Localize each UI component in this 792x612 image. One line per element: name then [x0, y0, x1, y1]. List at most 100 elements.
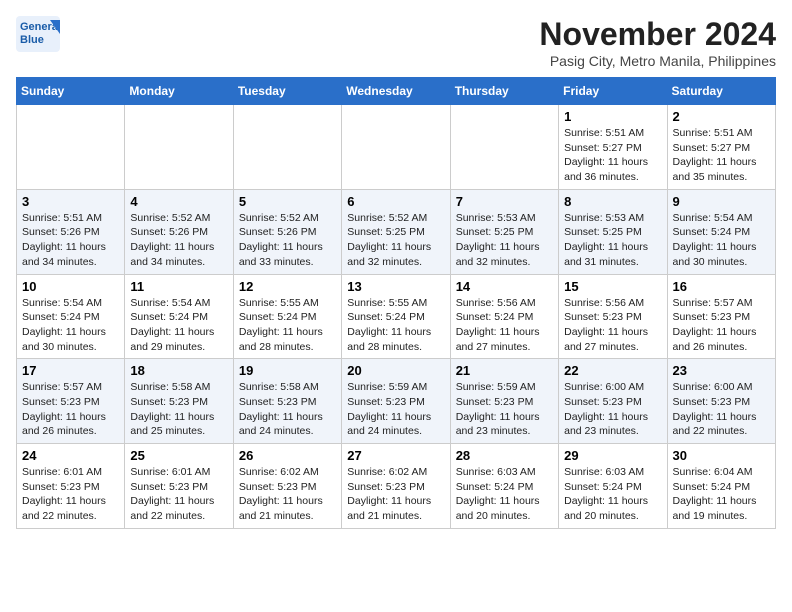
calendar-cell: [342, 105, 450, 190]
calendar-week-row: 3 Sunrise: 5:51 AM Sunset: 5:26 PM Daylig…: [17, 189, 776, 274]
day-number: 13: [347, 279, 444, 294]
weekday-header-thursday: Thursday: [450, 78, 558, 105]
logo: General Blue: [16, 16, 64, 52]
day-number: 14: [456, 279, 553, 294]
weekday-header-tuesday: Tuesday: [233, 78, 341, 105]
calendar-cell: 11 Sunrise: 5:54 AM Sunset: 5:24 PM Dayli…: [125, 274, 233, 359]
day-info: Sunrise: 6:00 AM Sunset: 5:23 PM Dayligh…: [673, 380, 770, 439]
day-number: 24: [22, 448, 119, 463]
calendar-cell: 6Sunrise: 5:52 AM Sunset: 5:25 PM Daylig…: [342, 189, 450, 274]
calendar-cell: 14 Sunrise: 5:56 AM Sunset: 5:24 PM Dayli…: [450, 274, 558, 359]
calendar-week-row: 1 Sunrise: 5:51 AM Sunset: 5:27 PM Daylig…: [17, 105, 776, 190]
calendar-cell: 30 Sunrise: 6:04 AM Sunset: 5:24 PM Dayli…: [667, 444, 775, 529]
calendar-cell: 25 Sunrise: 6:01 AM Sunset: 5:23 PM Dayli…: [125, 444, 233, 529]
weekday-header-sunday: Sunday: [17, 78, 125, 105]
day-number: 20: [347, 363, 444, 378]
calendar-cell: 16 Sunrise: 5:57 AM Sunset: 5:23 PM Dayli…: [667, 274, 775, 359]
month-title: November 2024: [539, 16, 776, 53]
calendar-cell: 28 Sunrise: 6:03 AM Sunset: 5:24 PM Dayli…: [450, 444, 558, 529]
weekday-header-saturday: Saturday: [667, 78, 775, 105]
weekday-header-wednesday: Wednesday: [342, 78, 450, 105]
day-info: Sunrise: 5:54 AM Sunset: 5:24 PM Dayligh…: [130, 296, 227, 355]
calendar-week-row: 24 Sunrise: 6:01 AM Sunset: 5:23 PM Dayli…: [17, 444, 776, 529]
day-info: Sunrise: 5:53 AM Sunset: 5:25 PM Dayligh…: [564, 211, 661, 270]
day-number: 2: [673, 109, 770, 124]
title-area: November 2024 Pasig City, Metro Manila, …: [539, 16, 776, 69]
calendar-cell: 22 Sunrise: 6:00 AM Sunset: 5:23 PM Dayli…: [559, 359, 667, 444]
day-number: 26: [239, 448, 336, 463]
day-info: Sunrise: 5:57 AM Sunset: 5:23 PM Dayligh…: [673, 296, 770, 355]
calendar-cell: 17 Sunrise: 5:57 AM Sunset: 5:23 PM Dayli…: [17, 359, 125, 444]
day-info: Sunrise: 5:52 AM Sunset: 5:26 PM Dayligh…: [130, 211, 227, 270]
calendar-cell: 19Sunrise: 5:58 AM Sunset: 5:23 PM Dayli…: [233, 359, 341, 444]
day-number: 11: [130, 279, 227, 294]
day-info: Sunrise: 6:03 AM Sunset: 5:24 PM Dayligh…: [456, 465, 553, 524]
svg-text:Blue: Blue: [20, 34, 44, 46]
day-number: 16: [673, 279, 770, 294]
day-number: 27: [347, 448, 444, 463]
calendar-cell: 2 Sunrise: 5:51 AM Sunset: 5:27 PM Daylig…: [667, 105, 775, 190]
day-number: 29: [564, 448, 661, 463]
day-info: Sunrise: 6:04 AM Sunset: 5:24 PM Dayligh…: [673, 465, 770, 524]
calendar-cell: 5Sunrise: 5:52 AM Sunset: 5:26 PM Daylig…: [233, 189, 341, 274]
day-info: Sunrise: 5:58 AM Sunset: 5:23 PM Dayligh…: [130, 380, 227, 439]
calendar-cell: 1 Sunrise: 5:51 AM Sunset: 5:27 PM Daylig…: [559, 105, 667, 190]
calendar-cell: 10 Sunrise: 5:54 AM Sunset: 5:24 PM Dayli…: [17, 274, 125, 359]
day-number: 17: [22, 363, 119, 378]
calendar-week-row: 17 Sunrise: 5:57 AM Sunset: 5:23 PM Dayli…: [17, 359, 776, 444]
calendar-cell: 26 Sunrise: 6:02 AM Sunset: 5:23 PM Dayli…: [233, 444, 341, 529]
day-info: Sunrise: 6:03 AM Sunset: 5:24 PM Dayligh…: [564, 465, 661, 524]
day-info: Sunrise: 5:54 AM Sunset: 5:24 PM Dayligh…: [22, 296, 119, 355]
page-header: General Blue November 2024 Pasig City, M…: [16, 16, 776, 69]
day-info: Sunrise: 5:51 AM Sunset: 5:26 PM Dayligh…: [22, 211, 119, 270]
day-number: 10: [22, 279, 119, 294]
day-number: 9: [673, 194, 770, 209]
day-number: 25: [130, 448, 227, 463]
day-info: Sunrise: 5:52 AM Sunset: 5:25 PM Dayligh…: [347, 211, 444, 270]
day-info: Sunrise: 5:56 AM Sunset: 5:24 PM Dayligh…: [456, 296, 553, 355]
day-number: 3: [22, 194, 119, 209]
day-number: 15: [564, 279, 661, 294]
calendar-table: SundayMondayTuesdayWednesdayThursdayFrid…: [16, 77, 776, 529]
calendar-cell: [450, 105, 558, 190]
day-info: Sunrise: 5:57 AM Sunset: 5:23 PM Dayligh…: [22, 380, 119, 439]
day-info: Sunrise: 6:01 AM Sunset: 5:23 PM Dayligh…: [22, 465, 119, 524]
day-number: 7: [456, 194, 553, 209]
day-number: 30: [673, 448, 770, 463]
day-info: Sunrise: 5:55 AM Sunset: 5:24 PM Dayligh…: [239, 296, 336, 355]
day-info: Sunrise: 5:53 AM Sunset: 5:25 PM Dayligh…: [456, 211, 553, 270]
calendar-cell: [233, 105, 341, 190]
day-number: 8: [564, 194, 661, 209]
calendar-cell: 18 Sunrise: 5:58 AM Sunset: 5:23 PM Dayli…: [125, 359, 233, 444]
calendar-cell: 12 Sunrise: 5:55 AM Sunset: 5:24 PM Dayli…: [233, 274, 341, 359]
location-title: Pasig City, Metro Manila, Philippines: [539, 53, 776, 69]
calendar-cell: 27Sunrise: 6:02 AM Sunset: 5:23 PM Dayli…: [342, 444, 450, 529]
calendar-cell: 13 Sunrise: 5:55 AM Sunset: 5:24 PM Dayli…: [342, 274, 450, 359]
day-number: 1: [564, 109, 661, 124]
calendar-cell: 29 Sunrise: 6:03 AM Sunset: 5:24 PM Dayli…: [559, 444, 667, 529]
day-number: 4: [130, 194, 227, 209]
day-info: Sunrise: 6:01 AM Sunset: 5:23 PM Dayligh…: [130, 465, 227, 524]
day-info: Sunrise: 5:56 AM Sunset: 5:23 PM Dayligh…: [564, 296, 661, 355]
day-info: Sunrise: 5:51 AM Sunset: 5:27 PM Dayligh…: [564, 126, 661, 185]
day-info: Sunrise: 6:00 AM Sunset: 5:23 PM Dayligh…: [564, 380, 661, 439]
calendar-cell: 24 Sunrise: 6:01 AM Sunset: 5:23 PM Dayli…: [17, 444, 125, 529]
calendar-cell: 23Sunrise: 6:00 AM Sunset: 5:23 PM Dayli…: [667, 359, 775, 444]
calendar-cell: 3 Sunrise: 5:51 AM Sunset: 5:26 PM Daylig…: [17, 189, 125, 274]
day-info: Sunrise: 5:59 AM Sunset: 5:23 PM Dayligh…: [456, 380, 553, 439]
day-info: Sunrise: 5:54 AM Sunset: 5:24 PM Dayligh…: [673, 211, 770, 270]
day-info: Sunrise: 5:58 AM Sunset: 5:23 PM Dayligh…: [239, 380, 336, 439]
day-number: 12: [239, 279, 336, 294]
weekday-header-friday: Friday: [559, 78, 667, 105]
day-number: 18: [130, 363, 227, 378]
day-info: Sunrise: 6:02 AM Sunset: 5:23 PM Dayligh…: [239, 465, 336, 524]
day-number: 28: [456, 448, 553, 463]
calendar-cell: 21 Sunrise: 5:59 AM Sunset: 5:23 PM Dayli…: [450, 359, 558, 444]
calendar-cell: 20Sunrise: 5:59 AM Sunset: 5:23 PM Dayli…: [342, 359, 450, 444]
day-info: Sunrise: 5:55 AM Sunset: 5:24 PM Dayligh…: [347, 296, 444, 355]
weekday-header-monday: Monday: [125, 78, 233, 105]
day-number: 22: [564, 363, 661, 378]
calendar-cell: 8 Sunrise: 5:53 AM Sunset: 5:25 PM Daylig…: [559, 189, 667, 274]
day-info: Sunrise: 5:51 AM Sunset: 5:27 PM Dayligh…: [673, 126, 770, 185]
day-number: 21: [456, 363, 553, 378]
